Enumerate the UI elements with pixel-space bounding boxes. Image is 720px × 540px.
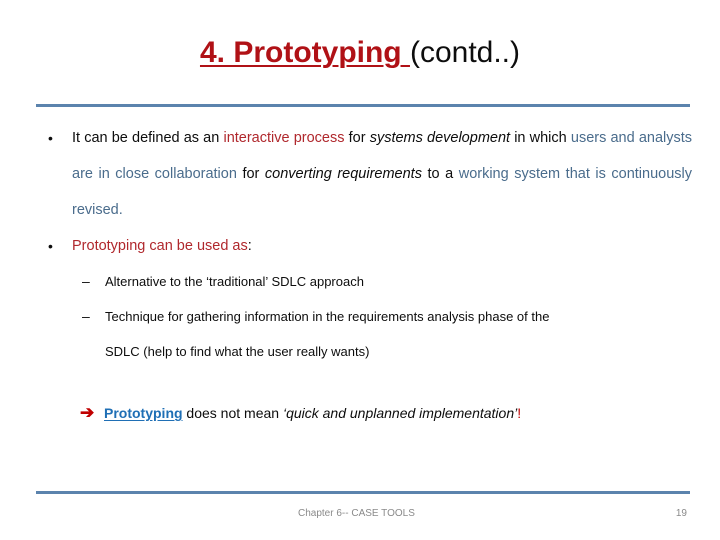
run-text: for	[344, 130, 370, 146]
run-text: for	[236, 166, 265, 182]
footer: Chapter 6-- CASE TOOLS 19	[0, 505, 720, 527]
list-item: • Prototyping can be used as:	[0, 228, 720, 264]
run-text: :	[247, 238, 252, 254]
page-title: 4. Prototyping (contd..)	[0, 34, 720, 72]
run-text: does not mean	[182, 405, 283, 421]
run-text: Prototyping can be used as	[72, 238, 248, 254]
run-text: in which	[510, 130, 571, 146]
callout-link[interactable]: Prototyping	[104, 405, 183, 421]
title-highlight: 4. Prototyping	[199, 36, 410, 69]
run-text: converting requirements	[264, 166, 422, 182]
sub-list-item: – Technique for gathering information in …	[0, 299, 720, 334]
callout-line: ➔ Prototyping does not mean ‘quick and un…	[0, 397, 720, 429]
run-text: ‘quick and unplanned implementation’	[282, 405, 518, 421]
list-item: • It can be defined as an interactive pro…	[0, 120, 720, 228]
run-text: systems development	[369, 130, 511, 146]
title-line: 4. Prototyping (contd..)	[200, 36, 520, 69]
footer-page-number: 19	[675, 508, 687, 519]
divider-top	[36, 104, 690, 107]
sub-list-item-text: Technique for gathering information in t…	[105, 309, 550, 324]
slide-body: • It can be defined as an interactive pro…	[0, 120, 720, 429]
footer-chapter-label: Chapter 6-- CASE TOOLS	[298, 508, 415, 519]
run-text: to a	[421, 166, 459, 182]
arrow-right-icon: ➔	[80, 403, 95, 422]
run-text: interactive process	[223, 130, 345, 146]
sub-list-item-text: Alternative to the ‘traditional’ SDLC ap…	[105, 274, 364, 289]
bullet-dot-icon: •	[48, 238, 53, 254]
sub-list-item-continuation: SDLC (help to find what the user really …	[105, 344, 370, 359]
dash-icon: –	[82, 273, 90, 289]
dash-icon: –	[82, 308, 90, 324]
title-rest: (contd..)	[409, 36, 521, 69]
sub-list-item: – Alternative to the ‘traditional’ SDLC a…	[0, 264, 720, 299]
run-text: !	[517, 405, 522, 421]
run-text: It can be defined as an	[72, 130, 224, 146]
slide: 4. Prototyping (contd..) • It can be defi…	[0, 0, 720, 540]
bullet-dot-icon: •	[48, 130, 53, 146]
divider-bottom	[36, 491, 690, 494]
